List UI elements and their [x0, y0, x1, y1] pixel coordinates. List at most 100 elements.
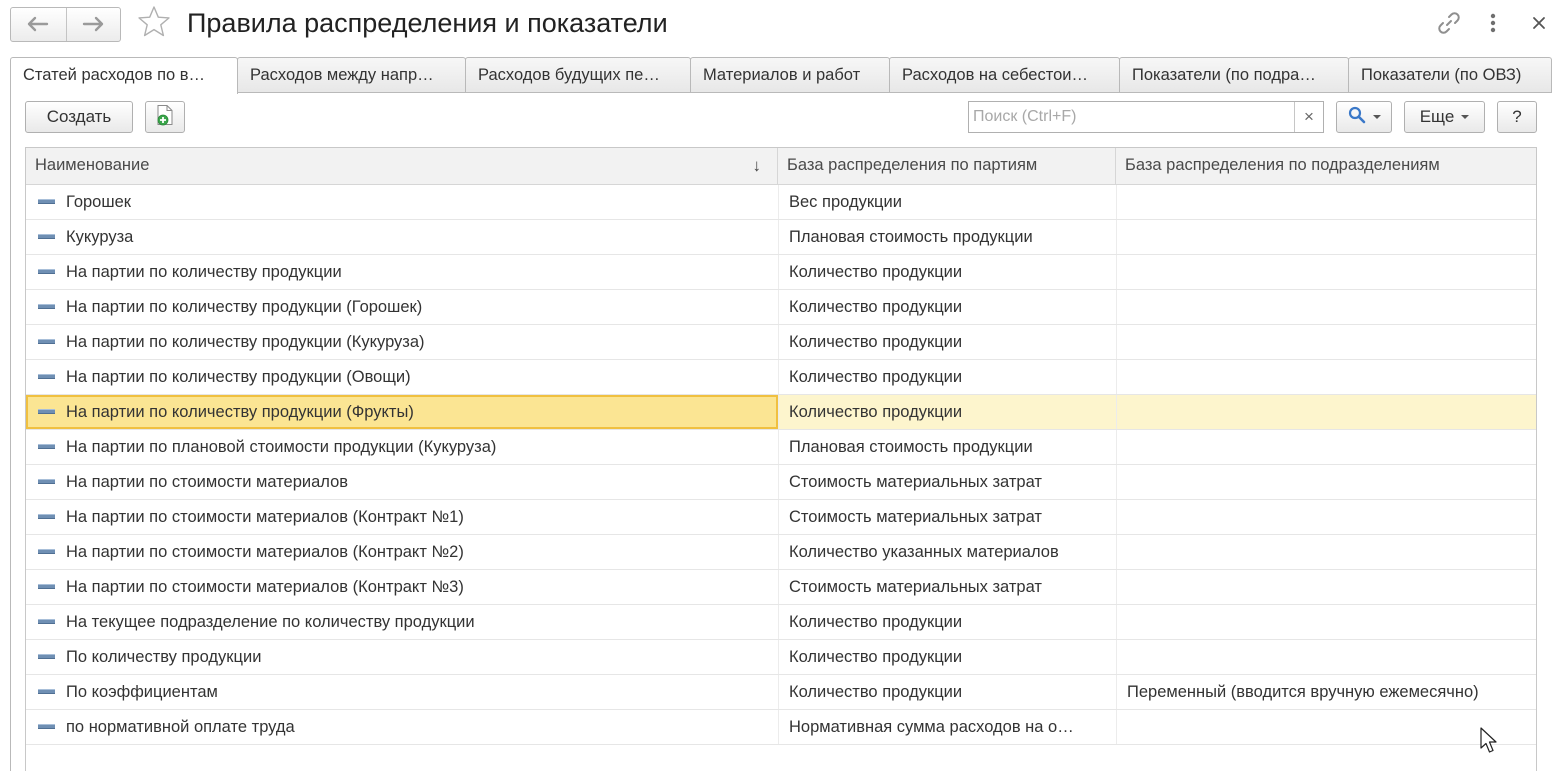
cell-name[interactable]: На партии по стоимости материалов (Контр… [26, 535, 778, 569]
table-row[interactable]: По коэффициентам Количество продукции Пере… [26, 675, 1536, 710]
cell-batch-base[interactable]: Количество продукции [778, 255, 1116, 289]
table-row[interactable]: На партии по количеству продукции (Горош… [26, 290, 1536, 325]
cell-batch-base[interactable]: Количество продукции [778, 605, 1116, 639]
cell-name[interactable]: На партии по стоимости материалов (Контр… [26, 570, 778, 604]
cell-division-base[interactable] [1116, 395, 1536, 429]
cell-division-base[interactable] [1116, 325, 1536, 359]
cell-batch-base[interactable]: Плановая стоимость продукции [778, 220, 1116, 254]
tab-indicators-divisions[interactable]: Показатели (по подра… [1119, 57, 1349, 93]
cell-name[interactable]: На партии по плановой стоимости продукци… [26, 430, 778, 464]
cell-name[interactable]: На партии по стоимости материалов (Контр… [26, 500, 778, 534]
cell-batch-base[interactable]: Вес продукции [778, 185, 1116, 219]
table-row[interactable]: По количеству продукции Количество продук… [26, 640, 1536, 675]
create-button[interactable]: Создать [25, 101, 133, 133]
tab-future-expenses[interactable]: Расходов будущих пе… [465, 57, 691, 93]
cell-name-text: На партии по количеству продукции (Овощи… [66, 368, 411, 386]
search-options-button[interactable] [1336, 101, 1392, 133]
link-button[interactable] [1434, 10, 1464, 40]
tab-between-divisions[interactable]: Расходов между напр… [237, 57, 466, 93]
column-header-division-base[interactable]: База распределения по подразделениям [1116, 148, 1536, 184]
cell-division-base[interactable] [1116, 465, 1536, 499]
cell-batch-base[interactable]: Стоимость материальных затрат [778, 570, 1116, 604]
cell-division-base[interactable] [1116, 360, 1536, 394]
cell-name[interactable]: На партии по количеству продукции (Горош… [26, 290, 778, 324]
list-item-icon [38, 479, 55, 484]
magnifier-icon [1348, 106, 1366, 129]
cell-name[interactable]: Кукуруза [26, 220, 778, 254]
cell-division-base[interactable] [1116, 500, 1536, 534]
table-row[interactable]: На партии по количеству продукции (Овощи… [26, 360, 1536, 395]
tab-cost-expenses[interactable]: Расходов на себестои… [889, 57, 1120, 93]
back-button[interactable] [11, 8, 66, 41]
clear-icon: × [1304, 107, 1314, 126]
table-row[interactable]: по нормативной оплате труда Нормативная с… [26, 710, 1536, 745]
cell-batch-base[interactable]: Количество продукции [778, 360, 1116, 394]
cell-batch-base[interactable]: Стоимость материальных затрат [778, 465, 1116, 499]
search-input[interactable] [969, 102, 1294, 132]
cell-name-text: По количеству продукции [66, 648, 262, 666]
chevron-down-icon [1372, 115, 1381, 119]
cell-name[interactable]: На партии по количеству продукции (Кукур… [26, 325, 778, 359]
table-row[interactable]: Кукуруза Плановая стоимость продукции [26, 220, 1536, 255]
cell-division-base[interactable] [1116, 640, 1536, 674]
cell-batch-base[interactable]: Количество продукции [778, 325, 1116, 359]
table-row[interactable]: На партии по количеству продукции (Кукур… [26, 325, 1536, 360]
cell-division-base[interactable] [1116, 430, 1536, 464]
table-row[interactable]: На партии по стоимости материалов (Контр… [26, 500, 1536, 535]
cell-division-base[interactable] [1116, 710, 1536, 744]
table-row[interactable]: На партии по стоимости материалов Стоимос… [26, 465, 1536, 500]
cell-batch-base[interactable]: Количество продукции [778, 290, 1116, 324]
cell-name[interactable]: по нормативной оплате труда [26, 710, 778, 744]
help-button[interactable]: ? [1497, 101, 1537, 133]
cell-name[interactable]: На текущее подразделение по количеству п… [26, 605, 778, 639]
tab-indicators-ovz[interactable]: Показатели (по ОВЗ) [1348, 57, 1552, 93]
cell-batch-base[interactable]: Нормативная сумма расходов на о… [778, 710, 1116, 744]
link-icon [1436, 10, 1462, 41]
cell-batch-base[interactable]: Стоимость материальных затрат [778, 500, 1116, 534]
cell-name[interactable]: На партии по количеству продукции [26, 255, 778, 289]
cell-name-text: На партии по стоимости материалов (Контр… [66, 578, 464, 596]
cell-name[interactable]: На партии по количеству продукции (Овощи… [26, 360, 778, 394]
cell-division-base[interactable]: Переменный (вводится вручную ежемесячно) [1116, 675, 1536, 709]
cell-name[interactable]: Горошек [26, 185, 778, 219]
cell-division-base[interactable] [1116, 255, 1536, 289]
table-row[interactable]: На партии по плановой стоимости продукци… [26, 430, 1536, 465]
tab-expense-items[interactable]: Статей расходов по в… [10, 57, 238, 94]
create-copy-button[interactable] [145, 101, 185, 133]
cell-name[interactable]: На партии по стоимости материалов [26, 465, 778, 499]
cell-name[interactable]: На партии по количеству продукции (Фрукт… [26, 395, 778, 429]
table-row[interactable]: На текущее подразделение по количеству п… [26, 605, 1536, 640]
cell-division-base[interactable] [1116, 185, 1536, 219]
search-clear-button[interactable]: × [1294, 102, 1323, 132]
add-document-icon [155, 104, 175, 131]
table-row[interactable]: Горошек Вес продукции [26, 185, 1536, 220]
favorite-button[interactable] [136, 5, 172, 42]
more-actions-button[interactable] [1478, 10, 1508, 40]
cell-name[interactable]: По коэффициентам [26, 675, 778, 709]
more-button[interactable]: Еще [1404, 101, 1485, 133]
table-row[interactable]: На партии по стоимости материалов (Контр… [26, 570, 1536, 605]
cell-name-text: На партии по количеству продукции (Кукур… [66, 333, 425, 351]
cell-division-base[interactable] [1116, 290, 1536, 324]
forward-button[interactable] [65, 8, 121, 41]
more-button-label: Еще [1419, 107, 1455, 126]
cell-batch-base[interactable]: Количество продукции [778, 640, 1116, 674]
cell-batch-base[interactable]: Плановая стоимость продукции [778, 430, 1116, 464]
list-item-icon [38, 199, 55, 204]
cell-name-text: На партии по количеству продукции [66, 263, 342, 281]
cell-batch-base[interactable]: Количество продукции [778, 395, 1116, 429]
column-header-batch-base[interactable]: База распределения по партиям [778, 148, 1116, 184]
close-button[interactable] [1524, 10, 1552, 40]
cell-division-base[interactable] [1116, 220, 1536, 254]
column-header-name[interactable]: Наименование ↓ [26, 148, 778, 184]
table-row[interactable]: На партии по количеству продукции (Фрукт… [26, 395, 1536, 430]
cell-name[interactable]: По количеству продукции [26, 640, 778, 674]
table-row[interactable]: На партии по стоимости материалов (Контр… [26, 535, 1536, 570]
tab-materials-works[interactable]: Материалов и работ [690, 57, 890, 93]
cell-division-base[interactable] [1116, 535, 1536, 569]
cell-division-base[interactable] [1116, 570, 1536, 604]
cell-division-base[interactable] [1116, 605, 1536, 639]
cell-batch-base[interactable]: Количество указанных материалов [778, 535, 1116, 569]
table-row[interactable]: На партии по количеству продукции Количес… [26, 255, 1536, 290]
cell-batch-base[interactable]: Количество продукции [778, 675, 1116, 709]
